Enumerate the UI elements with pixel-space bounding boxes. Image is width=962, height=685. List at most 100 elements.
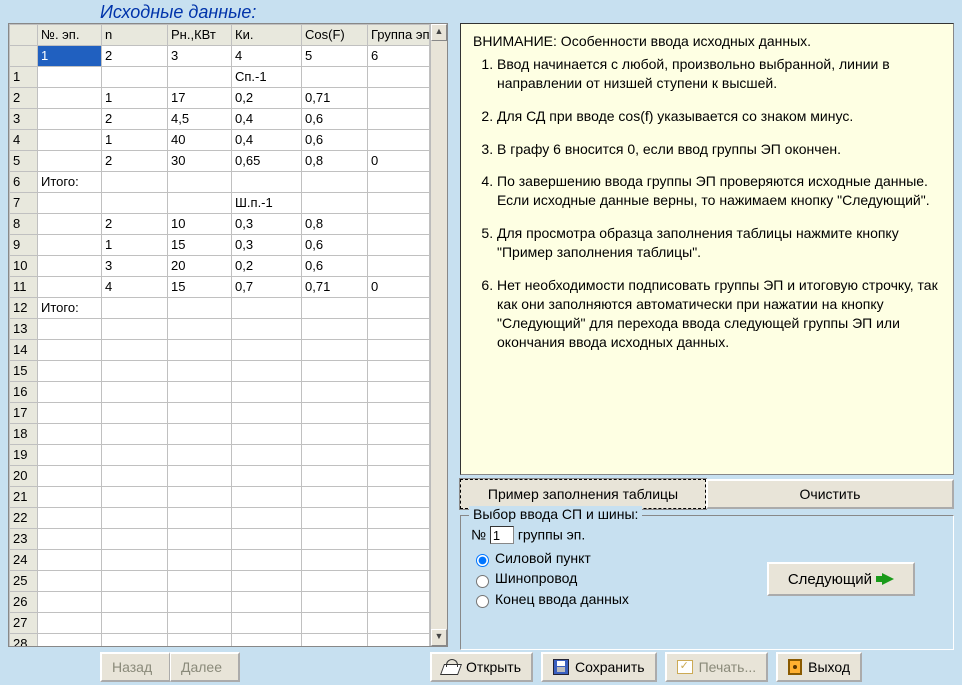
row-header[interactable]: 16 <box>10 382 38 403</box>
grid-cell[interactable]: 1 <box>38 46 102 67</box>
grid-cell[interactable] <box>102 445 168 466</box>
grid-cell[interactable]: 0,6 <box>302 130 368 151</box>
grid-cell[interactable]: 0,7 <box>232 277 302 298</box>
grid-cell[interactable] <box>38 424 102 445</box>
grid-cell[interactable] <box>102 613 168 634</box>
grid-cell[interactable] <box>168 445 232 466</box>
grid-cell[interactable] <box>302 382 368 403</box>
grid-cell[interactable]: 5 <box>302 46 368 67</box>
grid-cell[interactable]: 17 <box>168 88 232 109</box>
grid-cell[interactable]: 0 <box>368 151 430 172</box>
exit-button[interactable]: Выход <box>776 652 862 682</box>
grid-cell[interactable] <box>38 67 102 88</box>
open-button[interactable]: Открыть <box>430 652 533 682</box>
grid-cell[interactable]: 0,6 <box>302 235 368 256</box>
grid-cell[interactable] <box>232 529 302 550</box>
grid-cell[interactable] <box>232 403 302 424</box>
grid-cell[interactable] <box>302 298 368 319</box>
grid-cell[interactable]: 10 <box>168 214 232 235</box>
grid-vertical-scrollbar[interactable]: ▲ ▼ <box>430 24 447 646</box>
grid-cell[interactable]: 0,3 <box>232 214 302 235</box>
grid-cell[interactable] <box>168 319 232 340</box>
grid-cell[interactable] <box>368 256 430 277</box>
row-header[interactable]: 23 <box>10 529 38 550</box>
grid-cell[interactable] <box>168 571 232 592</box>
row-header[interactable]: 27 <box>10 613 38 634</box>
grid-cell[interactable] <box>102 382 168 403</box>
grid-cell[interactable]: 1 <box>102 130 168 151</box>
example-fill-button[interactable]: Пример заполнения таблицы <box>460 479 706 509</box>
grid-cell[interactable]: 15 <box>168 235 232 256</box>
grid-cell[interactable] <box>368 487 430 508</box>
grid-cell[interactable]: Сп.-1 <box>232 67 302 88</box>
row-header[interactable]: 24 <box>10 550 38 571</box>
save-button[interactable]: Сохранить <box>541 652 657 682</box>
grid-cell[interactable] <box>38 508 102 529</box>
grid-cell[interactable] <box>302 340 368 361</box>
grid-cell[interactable] <box>38 151 102 172</box>
grid-cell[interactable] <box>368 67 430 88</box>
grid-cell[interactable] <box>368 613 430 634</box>
grid-cell[interactable]: 0,6 <box>302 109 368 130</box>
grid-cell[interactable]: 3 <box>168 46 232 67</box>
grid-cell[interactable] <box>168 172 232 193</box>
column-header[interactable]: n <box>102 25 168 46</box>
grid-cell[interactable] <box>38 529 102 550</box>
grid-cell[interactable] <box>38 487 102 508</box>
column-header[interactable]: Группа эп. <box>368 25 430 46</box>
grid-cell[interactable]: 0,65 <box>232 151 302 172</box>
grid-cell[interactable] <box>368 508 430 529</box>
row-header[interactable]: 17 <box>10 403 38 424</box>
grid-cell[interactable] <box>302 634 368 647</box>
grid-cell[interactable] <box>168 67 232 88</box>
row-header[interactable]: 25 <box>10 571 38 592</box>
grid-cell[interactable]: 30 <box>168 151 232 172</box>
row-header[interactable]: 3 <box>10 109 38 130</box>
grid-cell[interactable] <box>232 634 302 647</box>
grid-cell[interactable] <box>102 298 168 319</box>
grid-cell[interactable] <box>168 550 232 571</box>
grid-cell[interactable] <box>302 592 368 613</box>
grid-cell[interactable]: 0,2 <box>232 256 302 277</box>
row-header[interactable]: 7 <box>10 193 38 214</box>
group-number-input[interactable] <box>490 526 514 544</box>
grid-cell[interactable] <box>38 403 102 424</box>
grid-cell[interactable]: 4 <box>102 277 168 298</box>
grid-cell[interactable]: 15 <box>168 277 232 298</box>
column-header[interactable]: Ки. <box>232 25 302 46</box>
grid-cell[interactable] <box>38 361 102 382</box>
grid-cell[interactable] <box>102 466 168 487</box>
grid-cell[interactable] <box>232 508 302 529</box>
grid-cell[interactable]: 0 <box>368 277 430 298</box>
scroll-up-icon[interactable]: ▲ <box>431 24 447 41</box>
grid-cell[interactable]: 40 <box>168 130 232 151</box>
grid-cell[interactable] <box>368 340 430 361</box>
grid-cell[interactable] <box>102 529 168 550</box>
grid-cell[interactable] <box>302 361 368 382</box>
grid-cell[interactable] <box>38 382 102 403</box>
grid-cell[interactable] <box>232 445 302 466</box>
grid-cell[interactable] <box>102 193 168 214</box>
grid-cell[interactable] <box>368 361 430 382</box>
grid-cell[interactable]: 2 <box>102 109 168 130</box>
row-header[interactable]: 11 <box>10 277 38 298</box>
grid-cell[interactable] <box>368 403 430 424</box>
grid-cell[interactable]: 0,2 <box>232 88 302 109</box>
grid-cell[interactable] <box>38 130 102 151</box>
grid-cell[interactable]: Итого: <box>38 298 102 319</box>
grid-cell[interactable] <box>232 340 302 361</box>
grid-cell[interactable] <box>38 319 102 340</box>
grid-cell[interactable]: 1 <box>102 235 168 256</box>
grid-cell[interactable] <box>168 298 232 319</box>
grid-cell[interactable] <box>368 466 430 487</box>
grid-cell[interactable] <box>232 424 302 445</box>
row-header[interactable]: 8 <box>10 214 38 235</box>
grid-cell[interactable] <box>368 88 430 109</box>
grid-cell[interactable] <box>168 424 232 445</box>
row-header[interactable]: 28 <box>10 634 38 647</box>
scroll-down-icon[interactable]: ▼ <box>431 629 447 646</box>
grid-cell[interactable] <box>368 571 430 592</box>
grid-cell[interactable] <box>168 508 232 529</box>
grid-cell[interactable] <box>38 214 102 235</box>
grid-cell[interactable] <box>232 361 302 382</box>
